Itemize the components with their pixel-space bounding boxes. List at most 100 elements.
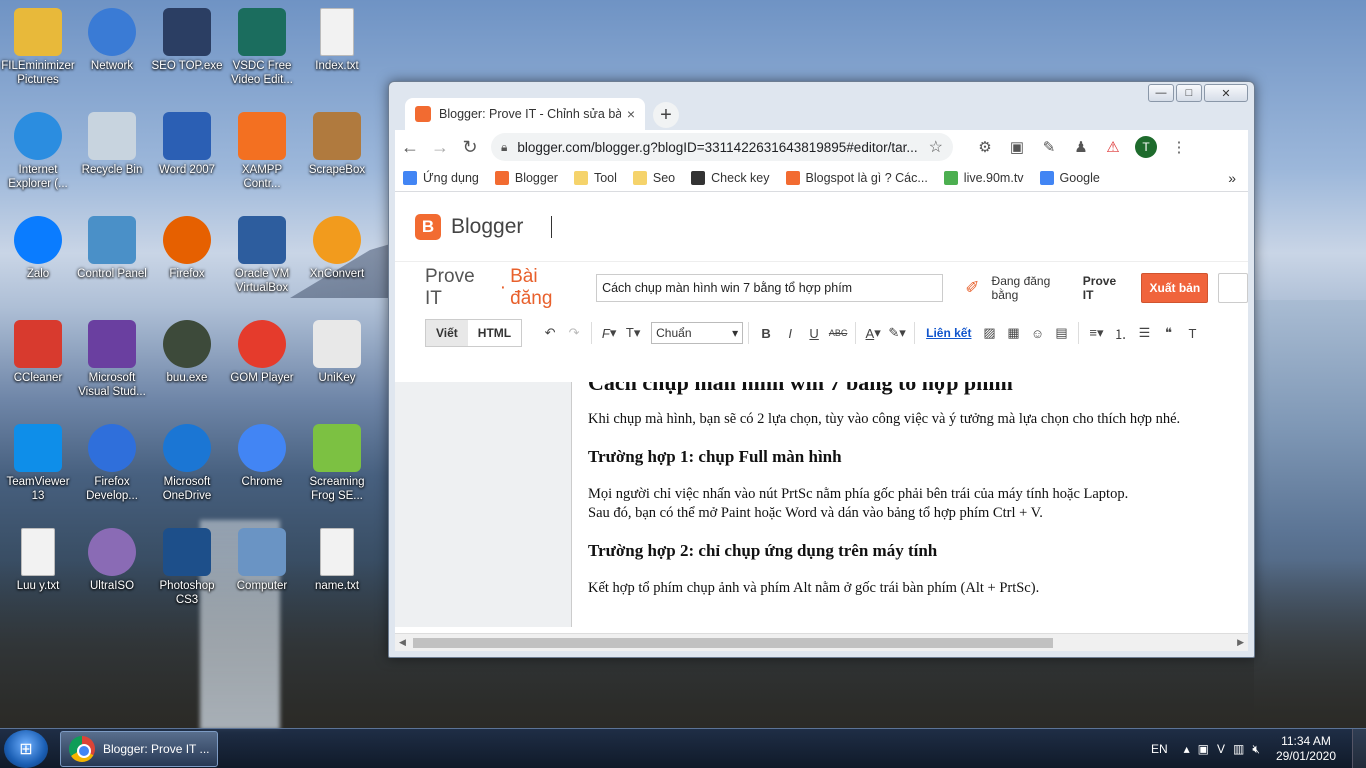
numbered-list-icon[interactable]: ⒈	[1108, 321, 1132, 345]
font-size-icon[interactable]: T▾	[621, 321, 645, 345]
quote-icon[interactable]: ❝	[1156, 321, 1180, 345]
tray-expand-icon[interactable]: ▴	[1184, 742, 1190, 756]
breadcrumb-posts[interactable]: Bài đăng	[510, 266, 584, 310]
desktop-icon[interactable]: Luu y.txt	[0, 528, 76, 593]
taskbar-item-chrome[interactable]: Blogger: Prove IT ...	[60, 731, 218, 767]
bullet-list-icon[interactable]: ☰	[1132, 321, 1156, 345]
bookmark-item[interactable]: Blogger	[494, 170, 558, 185]
scrollbar-thumb[interactable]	[413, 638, 1053, 648]
strikethrough-icon[interactable]: ABC	[826, 321, 850, 345]
desktop-icon[interactable]: Chrome	[224, 424, 300, 489]
desktop-icon[interactable]: name.txt	[299, 528, 375, 593]
text-color-icon[interactable]: A ▾	[861, 321, 885, 345]
italic-icon[interactable]: I	[778, 321, 802, 345]
new-tab-button[interactable]: +	[653, 102, 679, 128]
post-editor[interactable]: Cách chụp màn hình win 7 bằng tổ hợp phí…	[571, 382, 1248, 627]
desktop-icon[interactable]: Computer	[224, 528, 300, 593]
address-bar[interactable]: 🔒︎ blogger.com/blogger.g?blogID=33114226…	[491, 133, 953, 161]
desktop-icon[interactable]: Recycle Bin	[74, 112, 150, 177]
jump-break-icon[interactable]: ▤	[1049, 321, 1073, 345]
extension-warning-icon[interactable]: ⚠	[1097, 132, 1129, 162]
box-icon	[313, 112, 361, 160]
desktop-icon[interactable]: Index.txt	[299, 8, 375, 73]
blogger-logo-icon[interactable]: B	[415, 213, 441, 240]
desktop-icon[interactable]: ScrapeBox	[299, 112, 375, 177]
extension-m-icon[interactable]: ▣	[1001, 132, 1033, 162]
desktop-icon[interactable]: Microsoft Visual Stud...	[74, 320, 150, 399]
bookmark-item[interactable]: Seo	[632, 170, 675, 185]
bookmark-item[interactable]: live.90m.tv	[943, 170, 1024, 185]
network-icon[interactable]: ▥	[1233, 742, 1244, 756]
tab-blogger[interactable]: Blogger: Prove IT - Chỉnh sửa bài ×	[405, 98, 645, 130]
desktop-icon[interactable]: Zalo	[0, 216, 76, 281]
desktop-icon[interactable]: CCleaner	[0, 320, 76, 385]
save-button[interactable]	[1218, 273, 1248, 303]
bookmark-item[interactable]: Check key	[691, 170, 770, 185]
close-tab-icon[interactable]: ×	[627, 106, 635, 122]
desktop-icon[interactable]: Microsoft OneDrive	[149, 424, 225, 503]
forward-arrow-icon[interactable]: →	[425, 132, 455, 162]
blogger-brand[interactable]: Blogger	[451, 215, 523, 239]
desktop-icon[interactable]: VSDC Free Video Edit...	[224, 8, 300, 87]
redo-icon[interactable]: ↷	[562, 321, 586, 345]
bookmarks-more-icon[interactable]: »	[1228, 170, 1236, 186]
desktop-icon[interactable]: Firefox	[149, 216, 225, 281]
desktop-icon[interactable]: FILEminimizer Pictures	[0, 8, 76, 87]
extension-spy-icon[interactable]: ♟	[1065, 132, 1097, 162]
highlight-color-icon[interactable]: ✎▾	[885, 321, 909, 345]
extension-gear-icon[interactable]: ⚙	[969, 132, 1001, 162]
desktop-icon[interactable]: XAMPP Contr...	[224, 112, 300, 191]
desktop-icon[interactable]: XnConvert	[299, 216, 375, 281]
back-arrow-icon[interactable]: ←	[395, 132, 425, 162]
desktop-icon[interactable]: GOM Player	[224, 320, 300, 385]
post-title-input[interactable]	[596, 274, 944, 302]
desktop-icon[interactable]: Firefox Develop...	[74, 424, 150, 503]
scroll-left-icon[interactable]: ◀	[399, 637, 406, 648]
clear-format-icon[interactable]: T	[1180, 321, 1204, 345]
undo-icon[interactable]: ↶	[538, 321, 562, 345]
bookmark-item[interactable]: Google	[1039, 170, 1100, 185]
extension-pen-icon[interactable]: ✎	[1033, 132, 1065, 162]
insert-link-button[interactable]: Liên kết	[926, 326, 971, 340]
language-indicator[interactable]: EN	[1151, 742, 1168, 756]
desktop-icon[interactable]: Control Panel	[74, 216, 150, 281]
bookmark-item[interactable]: Tool	[573, 170, 617, 185]
desktop-icon[interactable]: buu.exe	[149, 320, 225, 385]
desktop-icon[interactable]: Screaming Frog SE...	[299, 424, 375, 503]
insert-video-icon[interactable]: ▦	[1001, 321, 1025, 345]
align-icon[interactable]: ≡▾	[1084, 321, 1108, 345]
show-desktop-button[interactable]	[1352, 729, 1366, 768]
bold-icon[interactable]: B	[754, 321, 778, 345]
horizontal-scrollbar[interactable]: ◀ ▶	[395, 633, 1248, 651]
desktop-icon[interactable]: UniKey	[299, 320, 375, 385]
insert-emoji-icon[interactable]: ☺	[1025, 321, 1049, 345]
desktop-icon[interactable]: UltraISO	[74, 528, 150, 593]
bookmark-item[interactable]: Blogspot là gì ? Các...	[785, 170, 928, 185]
compose-mode-button[interactable]: Viết	[426, 320, 468, 346]
clock[interactable]: 11:34 AM 29/01/2020	[1276, 734, 1336, 764]
reload-icon[interactable]: ↻	[455, 132, 485, 162]
font-family-icon[interactable]: F ▾	[597, 321, 621, 345]
menu-kebab-icon[interactable]: ⋮	[1163, 132, 1195, 162]
desktop-icon[interactable]: Photoshop CS3	[149, 528, 225, 607]
desktop-icon[interactable]: Internet Explorer (...	[0, 112, 76, 191]
desktop-icon[interactable]: TeamViewer 13	[0, 424, 76, 503]
html-mode-button[interactable]: HTML	[468, 320, 521, 346]
desktop-icon[interactable]: Network	[74, 8, 150, 73]
desktop-icon[interactable]: SEO TOP.exe	[149, 8, 225, 73]
underline-icon[interactable]: U	[802, 321, 826, 345]
start-button[interactable]: ⊞	[4, 730, 48, 768]
insert-image-icon[interactable]: ▨	[977, 321, 1001, 345]
desktop-icon[interactable]: Oracle VM VirtualBox	[224, 216, 300, 295]
volume-muted-icon[interactable]: 🔇︎	[1252, 742, 1260, 757]
tray-app-icon[interactable]: ▣	[1198, 742, 1209, 756]
bookmark-star-icon[interactable]: ☆	[929, 137, 943, 157]
format-select[interactable]: Chuẩn ▾	[651, 322, 744, 344]
breadcrumb-blog[interactable]: Prove IT	[425, 266, 496, 310]
scroll-right-icon[interactable]: ▶	[1237, 637, 1244, 648]
desktop-icon[interactable]: Word 2007	[149, 112, 225, 177]
profile-avatar[interactable]: T	[1135, 136, 1157, 158]
bookmark-item[interactable]: Ứng dụng	[403, 170, 479, 185]
unikey-tray-icon[interactable]: V	[1217, 742, 1225, 756]
publish-button[interactable]: Xuất bản	[1141, 273, 1209, 303]
